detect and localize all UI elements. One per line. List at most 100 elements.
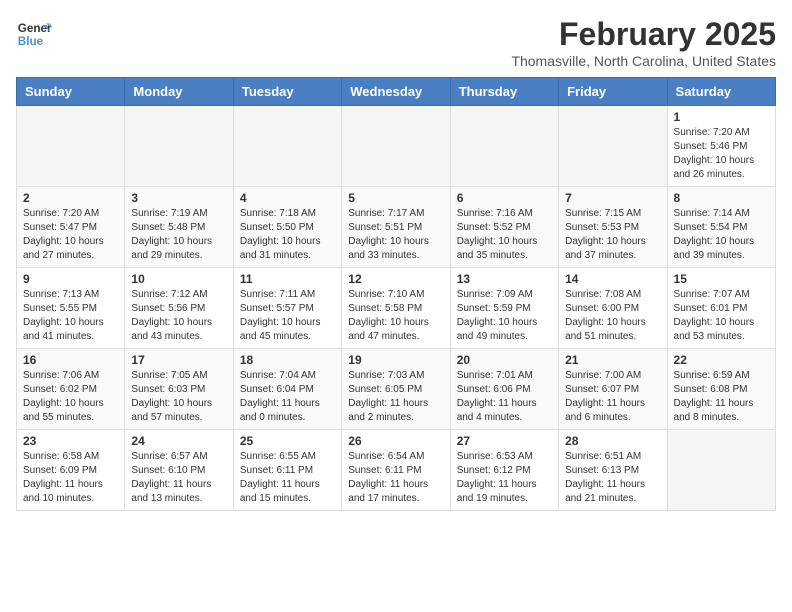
day-info: Sunrise: 6:55 AM Sunset: 6:11 PM Dayligh…	[240, 450, 335, 506]
calendar-cell: 27Sunrise: 6:53 AM Sunset: 6:12 PM Dayli…	[450, 430, 558, 511]
day-number: 16	[23, 353, 118, 367]
day-info: Sunrise: 7:20 AM Sunset: 5:47 PM Dayligh…	[23, 207, 118, 263]
calendar-cell: 10Sunrise: 7:12 AM Sunset: 5:56 PM Dayli…	[125, 268, 233, 349]
column-header-monday: Monday	[125, 78, 233, 106]
day-number: 21	[565, 353, 660, 367]
calendar-cell	[17, 106, 125, 187]
day-info: Sunrise: 7:08 AM Sunset: 6:00 PM Dayligh…	[565, 288, 660, 344]
day-info: Sunrise: 7:16 AM Sunset: 5:52 PM Dayligh…	[457, 207, 552, 263]
calendar-week-row: 2 Sunrise: 7:20 AM Sunset: 5:47 PM Daylig…	[17, 187, 776, 268]
calendar-cell: 7 Sunrise: 7:15 AM Sunset: 5:53 PM Daylig…	[559, 187, 667, 268]
calendar-cell: 23Sunrise: 6:58 AM Sunset: 6:09 PM Dayli…	[17, 430, 125, 511]
calendar-cell: 17 Sunrise: 7:05 AM Sunset: 6:03 PM Dayli…	[125, 349, 233, 430]
day-number: 26	[348, 434, 443, 448]
calendar-cell: 26 Sunrise: 6:54 AM Sunset: 6:11 PM Dayli…	[342, 430, 450, 511]
day-info: Sunrise: 7:14 AM Sunset: 5:54 PM Dayligh…	[674, 207, 769, 263]
day-info: Sunrise: 7:19 AM Sunset: 5:48 PM Dayligh…	[131, 207, 226, 263]
day-number: 2	[23, 191, 118, 205]
day-number: 7	[565, 191, 660, 205]
day-info: Sunrise: 6:54 AM Sunset: 6:11 PM Dayligh…	[348, 450, 443, 506]
day-info: Sunrise: 7:17 AM Sunset: 5:51 PM Dayligh…	[348, 207, 443, 263]
calendar-cell: 11Sunrise: 7:11 AM Sunset: 5:57 PM Dayli…	[233, 268, 341, 349]
day-number: 24	[131, 434, 226, 448]
calendar-week-row: 23Sunrise: 6:58 AM Sunset: 6:09 PM Dayli…	[17, 430, 776, 511]
column-header-saturday: Saturday	[667, 78, 775, 106]
column-header-thursday: Thursday	[450, 78, 558, 106]
day-info: Sunrise: 7:10 AM Sunset: 5:58 PM Dayligh…	[348, 288, 443, 344]
day-number: 22	[674, 353, 769, 367]
day-number: 9	[23, 272, 118, 286]
calendar-cell: 4 Sunrise: 7:18 AM Sunset: 5:50 PM Daylig…	[233, 187, 341, 268]
column-header-tuesday: Tuesday	[233, 78, 341, 106]
day-info: Sunrise: 6:51 AM Sunset: 6:13 PM Dayligh…	[565, 450, 660, 506]
calendar-cell	[125, 106, 233, 187]
calendar-cell	[667, 430, 775, 511]
day-number: 10	[131, 272, 226, 286]
calendar-cell: 12 Sunrise: 7:10 AM Sunset: 5:58 PM Dayli…	[342, 268, 450, 349]
page-header: General Blue February 2025 Thomasville, …	[16, 16, 776, 69]
day-number: 12	[348, 272, 443, 286]
title-block: February 2025 Thomasville, North Carolin…	[511, 16, 776, 69]
calendar-cell: 25Sunrise: 6:55 AM Sunset: 6:11 PM Dayli…	[233, 430, 341, 511]
calendar-cell: 18 Sunrise: 7:04 AM Sunset: 6:04 PM Dayli…	[233, 349, 341, 430]
calendar-cell: 21 Sunrise: 7:00 AM Sunset: 6:07 PM Dayli…	[559, 349, 667, 430]
calendar-table: SundayMondayTuesdayWednesdayThursdayFrid…	[16, 77, 776, 511]
day-number: 4	[240, 191, 335, 205]
day-info: Sunrise: 7:00 AM Sunset: 6:07 PM Dayligh…	[565, 369, 660, 425]
day-info: Sunrise: 7:04 AM Sunset: 6:04 PM Dayligh…	[240, 369, 335, 425]
calendar-cell: 5 Sunrise: 7:17 AM Sunset: 5:51 PM Daylig…	[342, 187, 450, 268]
day-info: Sunrise: 6:59 AM Sunset: 6:08 PM Dayligh…	[674, 369, 769, 425]
calendar-week-row: 16 Sunrise: 7:06 AM Sunset: 6:02 PM Dayli…	[17, 349, 776, 430]
svg-text:Blue: Blue	[18, 35, 44, 48]
calendar-cell	[559, 106, 667, 187]
calendar-cell: 15Sunrise: 7:07 AM Sunset: 6:01 PM Dayli…	[667, 268, 775, 349]
day-number: 6	[457, 191, 552, 205]
day-info: Sunrise: 6:53 AM Sunset: 6:12 PM Dayligh…	[457, 450, 552, 506]
calendar-cell: 2 Sunrise: 7:20 AM Sunset: 5:47 PM Daylig…	[17, 187, 125, 268]
location-subtitle: Thomasville, North Carolina, United Stat…	[511, 53, 776, 69]
day-info: Sunrise: 7:09 AM Sunset: 5:59 PM Dayligh…	[457, 288, 552, 344]
calendar-week-row: 1 Sunrise: 7:20 AM Sunset: 5:46 PM Daylig…	[17, 106, 776, 187]
day-info: Sunrise: 7:20 AM Sunset: 5:46 PM Dayligh…	[674, 126, 769, 182]
month-year-title: February 2025	[511, 16, 776, 53]
calendar-cell: 9 Sunrise: 7:13 AM Sunset: 5:55 PM Daylig…	[17, 268, 125, 349]
column-header-friday: Friday	[559, 78, 667, 106]
day-info: Sunrise: 7:01 AM Sunset: 6:06 PM Dayligh…	[457, 369, 552, 425]
day-number: 1	[674, 110, 769, 124]
day-number: 23	[23, 434, 118, 448]
calendar-cell: 16 Sunrise: 7:06 AM Sunset: 6:02 PM Dayli…	[17, 349, 125, 430]
calendar-cell: 6 Sunrise: 7:16 AM Sunset: 5:52 PM Daylig…	[450, 187, 558, 268]
day-info: Sunrise: 7:13 AM Sunset: 5:55 PM Dayligh…	[23, 288, 118, 344]
column-header-wednesday: Wednesday	[342, 78, 450, 106]
day-info: Sunrise: 7:06 AM Sunset: 6:02 PM Dayligh…	[23, 369, 118, 425]
calendar-cell: 19Sunrise: 7:03 AM Sunset: 6:05 PM Dayli…	[342, 349, 450, 430]
day-info: Sunrise: 7:05 AM Sunset: 6:03 PM Dayligh…	[131, 369, 226, 425]
calendar-cell: 1 Sunrise: 7:20 AM Sunset: 5:46 PM Daylig…	[667, 106, 775, 187]
day-number: 8	[674, 191, 769, 205]
day-info: Sunrise: 7:15 AM Sunset: 5:53 PM Dayligh…	[565, 207, 660, 263]
day-number: 18	[240, 353, 335, 367]
day-number: 11	[240, 272, 335, 286]
calendar-cell: 14 Sunrise: 7:08 AM Sunset: 6:00 PM Dayli…	[559, 268, 667, 349]
logo: General Blue	[16, 16, 52, 52]
day-number: 13	[457, 272, 552, 286]
calendar-cell: 3 Sunrise: 7:19 AM Sunset: 5:48 PM Daylig…	[125, 187, 233, 268]
calendar-cell: 20 Sunrise: 7:01 AM Sunset: 6:06 PM Dayli…	[450, 349, 558, 430]
calendar-cell: 22 Sunrise: 6:59 AM Sunset: 6:08 PM Dayli…	[667, 349, 775, 430]
day-info: Sunrise: 7:18 AM Sunset: 5:50 PM Dayligh…	[240, 207, 335, 263]
logo-icon: General Blue	[16, 16, 52, 52]
day-number: 3	[131, 191, 226, 205]
calendar-cell	[450, 106, 558, 187]
column-header-sunday: Sunday	[17, 78, 125, 106]
day-number: 5	[348, 191, 443, 205]
day-number: 20	[457, 353, 552, 367]
day-number: 14	[565, 272, 660, 286]
day-info: Sunrise: 7:03 AM Sunset: 6:05 PM Dayligh…	[348, 369, 443, 425]
calendar-cell	[233, 106, 341, 187]
day-number: 28	[565, 434, 660, 448]
calendar-cell	[342, 106, 450, 187]
day-number: 17	[131, 353, 226, 367]
day-info: Sunrise: 6:57 AM Sunset: 6:10 PM Dayligh…	[131, 450, 226, 506]
calendar-cell: 24 Sunrise: 6:57 AM Sunset: 6:10 PM Dayli…	[125, 430, 233, 511]
calendar-cell: 8 Sunrise: 7:14 AM Sunset: 5:54 PM Daylig…	[667, 187, 775, 268]
